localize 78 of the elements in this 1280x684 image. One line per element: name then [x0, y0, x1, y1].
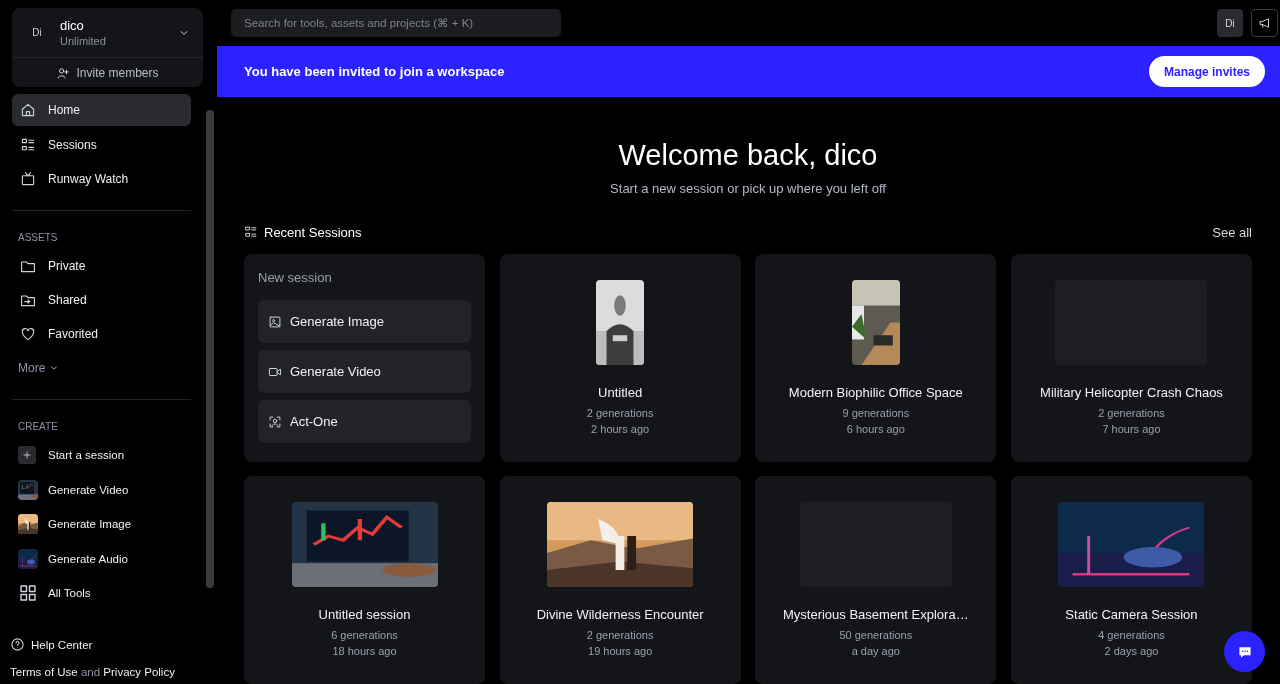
- sidebar-item[interactable]: All Tools: [12, 576, 203, 611]
- see-all-link[interactable]: See all: [1212, 224, 1252, 240]
- generate-image-button[interactable]: Generate Image: [258, 300, 471, 343]
- session-title: Divine Wilderness Encounter: [536, 607, 704, 622]
- generation-count: 4 generations: [1098, 628, 1165, 643]
- invite-members-button[interactable]: Invite members: [12, 58, 203, 87]
- nav-item[interactable]: Runway Watch: [12, 162, 191, 196]
- megaphone-icon: [1257, 16, 1272, 31]
- sidebar-item[interactable]: Shared: [12, 283, 191, 317]
- session-time: 7 hours ago: [1102, 422, 1161, 437]
- banner-message: You have been invited to join a workspace: [244, 64, 506, 80]
- act-one-button[interactable]: Act-One: [258, 400, 471, 443]
- image-icon: [268, 314, 282, 329]
- session-card[interactable]: Untitled session 6 generations 18 hours ago: [244, 476, 485, 684]
- generation-count: 50 generations: [839, 628, 913, 643]
- announcements-button[interactable]: [1251, 9, 1278, 38]
- session-time: a day ago: [851, 644, 900, 659]
- session-card[interactable]: Modern Biophilic Office Space 9 generations 6 hours ago: [755, 254, 997, 462]
- sessions-icon: [244, 225, 258, 239]
- session-title: Untitled session: [318, 607, 411, 622]
- session-card[interactable]: Mysterious Basement Explora… 50 generations a day ago: [755, 476, 997, 684]
- session-card[interactable]: Divine Wilderness Encounter 2 generations 19 hours ago: [499, 476, 741, 684]
- sidebar-item[interactable]: Private: [12, 249, 191, 283]
- nav-item[interactable]: Home: [12, 94, 191, 126]
- session-time: 2 hours ago: [591, 422, 650, 437]
- terms-link[interactable]: Terms of Use: [10, 666, 78, 678]
- generation-count: 2 generations: [586, 406, 654, 421]
- face-scan-icon: [268, 414, 282, 429]
- session-card[interactable]: Untitled 2 generations 2 hours ago: [499, 254, 741, 462]
- privacy-link[interactable]: Privacy Policy: [103, 666, 175, 678]
- generate-video-button[interactable]: Generate Video: [258, 350, 471, 393]
- welcome-subtitle: Start a new session or pick up where you left off: [609, 181, 887, 196]
- tv-icon: [20, 171, 36, 187]
- generation-count: 2 generations: [1098, 406, 1165, 421]
- section-heading: CREATE: [17, 419, 59, 434]
- section-heading: ASSETS: [17, 230, 59, 245]
- help-center-link[interactable]: Help Center: [10, 637, 175, 652]
- sessions-icon: [20, 137, 36, 153]
- plus-icon: [18, 446, 36, 465]
- grid-icon: [18, 583, 38, 604]
- account-card[interactable]: Di dico Unlimited Invite members: [12, 8, 203, 87]
- avatar: Di: [31, 26, 43, 40]
- person-plus-icon: [56, 65, 71, 80]
- sidebar-item[interactable]: Generate Audio: [12, 541, 203, 576]
- session-time: 2 days ago: [1104, 644, 1159, 659]
- plan-label: Unlimited: [60, 35, 107, 47]
- card-heading: New session: [258, 270, 333, 285]
- home-icon: [20, 102, 36, 118]
- session-card[interactable]: Military Helicopter Crash Chaos 2 generations 7 hours ago: [1010, 254, 1252, 462]
- sidebar-item[interactable]: Start a session: [12, 438, 203, 473]
- generation-count: 9 generations: [842, 406, 910, 421]
- session-title: Untitled: [598, 385, 643, 400]
- heart-icon: [20, 326, 36, 342]
- shared-folder-icon: [20, 292, 36, 308]
- section-title: Recent Sessions: [264, 224, 363, 240]
- generation-count: 2 generations: [586, 628, 654, 643]
- session-title: Modern Biophilic Office Space: [788, 385, 963, 400]
- session-title: Military Helicopter Crash Chaos: [1040, 385, 1223, 400]
- session-card[interactable]: Static Camera Session 4 generations 2 days ago: [1010, 476, 1252, 684]
- welcome-title: Welcome back, dico: [617, 139, 879, 171]
- account-name: dico: [60, 18, 85, 33]
- folder-icon: [20, 258, 36, 274]
- more-button[interactable]: More: [12, 351, 203, 385]
- manage-invites-button[interactable]: Manage invites: [1148, 56, 1265, 88]
- sidebar-item[interactable]: Favorited: [12, 317, 191, 351]
- session-time: 18 hours ago: [332, 644, 397, 659]
- nav-item[interactable]: Sessions: [12, 128, 191, 162]
- session-time: 19 hours ago: [588, 644, 653, 659]
- session-time: 6 hours ago: [846, 422, 905, 437]
- session-title: Mysterious Basement Explora…: [782, 607, 969, 622]
- session-title: Static Camera Session: [1065, 607, 1198, 622]
- sidebar-item[interactable]: Generate Image: [12, 507, 203, 542]
- legal-text: Terms of Use and Privacy Policy: [10, 666, 175, 678]
- sidebar-item[interactable]: Generate Video: [12, 472, 203, 507]
- search-field[interactable]: Search for tools, assets and projects (⌘ + K): [231, 9, 561, 38]
- help-icon: [10, 637, 25, 652]
- user-avatar[interactable]: Di: [1217, 9, 1243, 38]
- generation-count: 6 generations: [331, 628, 398, 643]
